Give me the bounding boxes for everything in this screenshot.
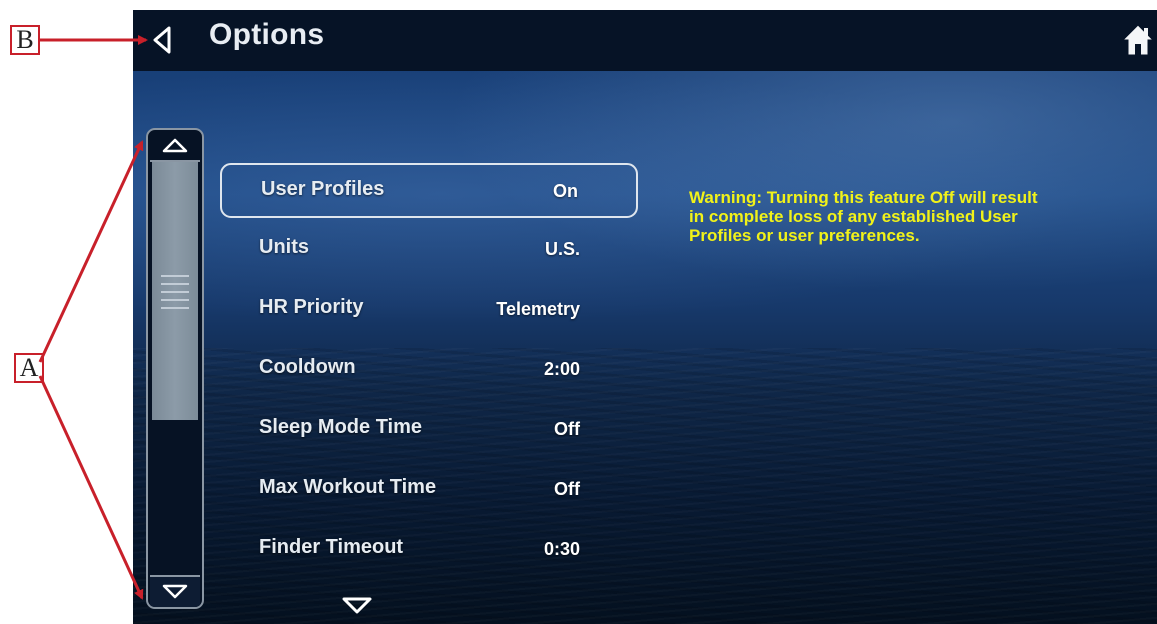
callout-a: A [14,353,44,383]
option-user-profiles[interactable]: User Profiles On [220,163,638,218]
chevron-up-icon [162,138,188,153]
option-value: Telemetry [496,299,580,319]
option-value: On [553,181,578,201]
option-value: Off [554,479,580,499]
option-label: User Profiles [261,178,385,200]
warning-message: Warning: Turning this feature Off will r… [689,188,1038,245]
option-hr-priority[interactable]: HR Priority Telemetry [220,283,638,338]
list-more-button[interactable] [340,595,374,617]
home-icon [1121,24,1155,56]
back-button[interactable] [147,23,177,57]
chevron-down-icon [162,584,188,599]
scroll-thumb[interactable] [152,162,198,420]
scroll-up-button[interactable] [150,130,200,162]
option-value: U.S. [544,239,580,259]
scroll-down-button[interactable] [150,575,200,607]
callout-b: B [10,25,40,55]
option-value: 0:30 [543,539,580,559]
option-finder-timeout[interactable]: Finder Timeout 0:30 [220,523,638,578]
option-label: Max Workout Time [259,476,437,498]
option-units[interactable]: Units U.S. [220,223,638,278]
chevron-down-icon [342,597,372,614]
option-value: Off [554,419,580,439]
page-title: Options [209,18,325,51]
device-screen: Options User Profiles On Units U.S. HR P… [133,10,1157,624]
top-bar: Options [133,10,1157,71]
arrow-a-down [38,375,144,600]
back-triangle-icon [153,26,171,54]
option-sleep-mode-time[interactable]: Sleep Mode Time Off [220,403,638,458]
option-value: 2:00 [543,359,580,379]
option-label: Units [259,236,309,258]
option-cooldown[interactable]: Cooldown 2:00 [220,343,638,398]
option-label: Sleep Mode Time [259,416,423,438]
scrollbar[interactable] [146,128,204,609]
grip-lines-icon [161,275,189,315]
arrow-a-up [38,140,144,363]
home-button[interactable] [1121,22,1155,58]
option-label: HR Priority [259,296,364,318]
option-label: Cooldown [259,356,356,378]
option-max-workout-time[interactable]: Max Workout Time Off [220,463,638,518]
option-label: Finder Timeout [259,536,404,558]
